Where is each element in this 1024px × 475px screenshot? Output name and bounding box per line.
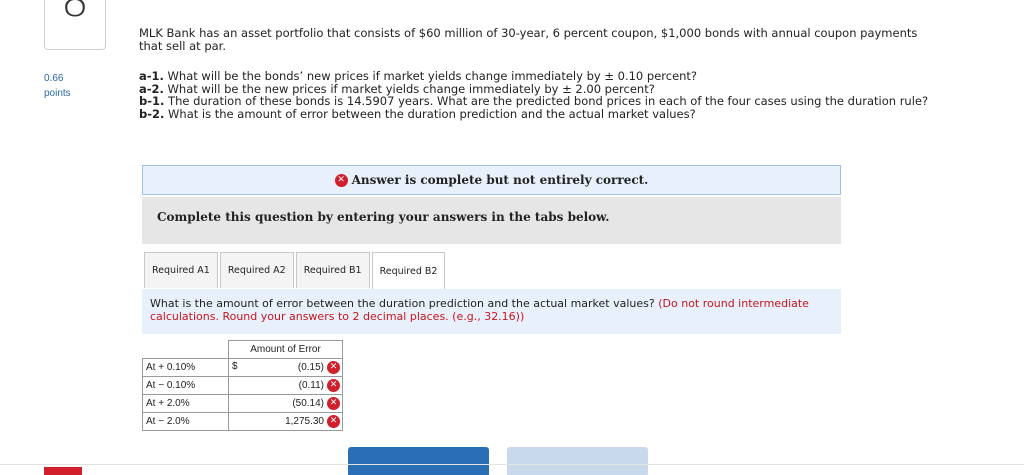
answer-cell[interactable]: (0.11) ✕ [228,376,343,395]
answer-value[interactable]: (50.14) [292,398,324,409]
column-header-amount-of-error: Amount of Error [228,340,343,359]
answer-status-banner: ✕ Answer is complete but not entirely co… [142,165,841,195]
part-b2: b-2. What is the amount of error between… [139,106,929,121]
row-label: At + 2.0% [142,394,229,413]
table-header-row: Amount of Error [142,340,343,359]
instruction-text: Complete this question by entering your … [157,210,610,224]
tab-required-a2[interactable]: Required A2 [219,252,294,288]
instruction-box: Complete this question by entering your … [142,197,841,244]
footer-divider [0,464,1024,465]
incorrect-icon: ✕ [327,397,340,410]
incorrect-icon: ✕ [327,361,340,374]
row-label: At − 2.0% [142,412,229,431]
part-text: What is the amount of error between the … [164,106,696,121]
answer-value[interactable]: 1,275.30 [285,416,324,427]
previous-tab-button[interactable] [348,447,489,475]
table-row: At + 2.0% (50.14) ✕ [142,394,343,413]
question-number-box: 8 [44,0,106,50]
answer-value[interactable]: (0.11) [299,380,324,391]
answer-cell[interactable]: (50.14) ✕ [228,394,343,413]
points-label: points [44,88,71,99]
error-table: Amount of Error At + 0.10% $ (0.15) ✕ At… [142,340,343,431]
incorrect-icon: ✕ [327,415,340,428]
table-corner [142,340,229,359]
next-tab-button[interactable] [507,447,648,475]
tab-required-a1[interactable]: Required A1 [144,252,218,288]
table-row: At − 0.10% (0.11) ✕ [142,376,343,395]
row-label: At + 0.10% [142,358,229,377]
question-prompt: What is the amount of error between the … [142,289,841,334]
question-parts: a-1. What will be the bonds’ new prices … [139,70,929,120]
answer-cell[interactable]: $ (0.15) ✕ [228,358,343,377]
question-text: MLK Bank has an asset portfolio that con… [139,26,918,53]
table-row: At + 0.10% $ (0.15) ✕ [142,358,343,377]
banner-text: Answer is complete but not entirely corr… [351,173,649,187]
points-value: 0.66 [44,73,64,84]
question-number: 8 [61,0,89,27]
tab-required-b2[interactable]: Required B2 [371,252,446,290]
answer-cell[interactable]: 1,275.30 ✕ [228,412,343,431]
incorrect-icon: ✕ [327,379,340,392]
part-label: b-2. [139,106,165,121]
requirement-tabs: Required A1 Required A2 Required B1 Requ… [144,252,447,290]
row-label: At − 0.10% [142,376,229,395]
x-circle-icon: ✕ [334,173,348,187]
currency-symbol: $ [232,361,238,372]
answer-value[interactable]: (0.15) [298,362,324,373]
table-row: At − 2.0% 1,275.30 ✕ [142,412,343,431]
brand-logo-icon [44,467,82,475]
tab-required-b1[interactable]: Required B1 [295,252,370,288]
prompt-text: What is the amount of error between the … [150,297,659,310]
